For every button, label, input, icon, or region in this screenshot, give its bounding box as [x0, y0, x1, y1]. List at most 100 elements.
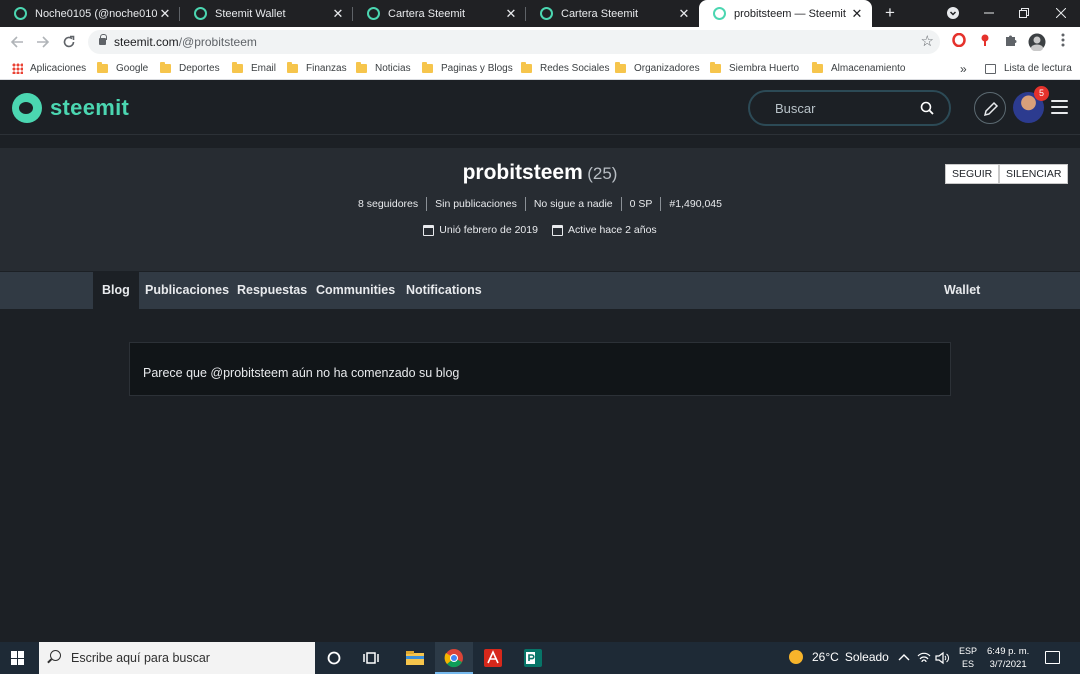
profile-title: probitsteem (25)	[0, 161, 1080, 185]
bookmark-folder[interactable]: Paginas y Blogs	[422, 61, 513, 76]
kebab-menu-icon	[1061, 33, 1065, 47]
file-explorer-taskbar-button[interactable]	[396, 642, 434, 674]
pin-extension-icon[interactable]	[976, 33, 994, 51]
close-window-button[interactable]	[1044, 0, 1078, 27]
bookmark-folder[interactable]: Email	[232, 61, 276, 76]
weather-widget[interactable]: 26°C Soleado	[789, 650, 889, 664]
bookmark-folder[interactable]: Deportes	[160, 61, 220, 76]
extensions-button[interactable]	[1002, 33, 1020, 51]
search-icon[interactable]	[920, 101, 934, 115]
folder-icon	[287, 62, 298, 73]
new-tab-button[interactable]: +	[880, 3, 900, 23]
close-tab-icon[interactable]: ✕	[331, 6, 345, 22]
search-input[interactable]: Buscar	[748, 90, 951, 126]
bookmark-folder[interactable]: Redes Sociales	[521, 61, 609, 76]
folder-icon	[356, 62, 367, 73]
steemit-logo-icon	[12, 93, 42, 123]
close-tab-icon[interactable]: ✕	[504, 6, 518, 22]
bookmark-label: Finanzas	[306, 63, 347, 74]
task-view-icon[interactable]	[360, 646, 384, 670]
profile-banner: probitsteem (25) 8 seguidores Sin public…	[0, 148, 1080, 271]
bookmark-star-icon[interactable]: ☆	[921, 32, 934, 50]
browser-tab[interactable]: Cartera Steemit ✕	[353, 0, 526, 27]
steemit-favicon-icon	[713, 7, 726, 20]
opera-logo-icon	[952, 32, 966, 48]
minimize-button[interactable]	[972, 0, 1006, 27]
volume-icon[interactable]	[935, 651, 949, 665]
bookmark-apps[interactable]: Aplicaciones	[12, 61, 86, 76]
bookmark-folder[interactable]: Finanzas	[287, 61, 347, 76]
back-button[interactable]	[7, 32, 27, 52]
tab-replies[interactable]: Respuestas	[228, 272, 316, 309]
search-placeholder: Buscar	[775, 101, 816, 116]
bookmark-folder[interactable]: Organizadores	[615, 61, 700, 76]
close-tab-icon[interactable]: ✕	[850, 6, 864, 22]
system-clock[interactable]: 6:49 p. m. 3/7/2021	[987, 645, 1029, 671]
folder-icon	[521, 62, 532, 73]
action-center-icon[interactable]	[1045, 651, 1060, 664]
create-post-button[interactable]	[974, 92, 1006, 124]
browser-tab-active[interactable]: probitsteem — Steemit ✕	[699, 0, 872, 27]
follow-button[interactable]: SEGUIR	[945, 164, 1000, 184]
bookmark-folder[interactable]: Google	[97, 61, 148, 76]
following-count[interactable]: No sigue a nadie	[524, 197, 621, 211]
language-indicator[interactable]: ESP ES	[959, 645, 977, 671]
profile-avatar-icon	[1028, 33, 1046, 52]
followers-count[interactable]: 8 seguidores	[350, 197, 426, 211]
opera-extension-icon[interactable]	[950, 32, 968, 51]
puzzle-icon	[1006, 35, 1017, 46]
address-bar[interactable]: steemit.com/@probitsteem ☆	[88, 30, 940, 54]
tab-communities[interactable]: Communities	[307, 272, 404, 309]
publisher-taskbar-button[interactable]	[514, 642, 552, 674]
close-tab-icon[interactable]: ✕	[158, 6, 172, 22]
browser-tab[interactable]: Noche0105 (@noche0105) - ✕	[0, 0, 180, 27]
browser-menu-button[interactable]	[1054, 33, 1072, 51]
empty-blog-notice: Parece que @probitsteem aún no ha comenz…	[129, 342, 951, 396]
bookmarks-overflow-button[interactable]: »	[960, 61, 967, 76]
windows-taskbar: Escribe aquí para buscar 26°C Soleado ES…	[0, 642, 1080, 674]
folder-icon	[232, 62, 243, 73]
joined-text: Unió febrero de 2019	[439, 224, 538, 236]
chrome-taskbar-button[interactable]	[435, 642, 473, 674]
search-icon	[50, 650, 61, 661]
taskbar-search-input[interactable]: Escribe aquí para buscar	[39, 642, 315, 674]
bookmark-folder[interactable]: Siembra Huerto	[710, 61, 799, 76]
folder-icon	[615, 62, 626, 73]
tab-posts[interactable]: Publicaciones	[136, 272, 238, 309]
reading-list-button[interactable]: Lista de lectura	[985, 61, 1072, 76]
tab-blog[interactable]: Blog	[93, 272, 139, 309]
browser-tab-title: Steemit Wallet	[215, 7, 286, 20]
bookmark-folder[interactable]: Noticias	[356, 61, 411, 76]
tab-notifications[interactable]: Notifications	[397, 272, 491, 309]
steemit-favicon-icon	[540, 7, 553, 20]
close-tab-icon[interactable]: ✕	[677, 6, 691, 22]
lock-icon	[99, 34, 107, 45]
url-path: /@probitsteem	[178, 35, 257, 49]
steemit-logo[interactable]: steemit	[12, 93, 129, 123]
steemit-favicon-icon	[367, 7, 380, 20]
cortana-icon[interactable]	[322, 646, 346, 670]
bookmark-label: Siembra Huerto	[729, 63, 800, 74]
tab-search-button[interactable]	[936, 0, 970, 27]
tab-wallet[interactable]: Wallet	[935, 272, 989, 309]
profile-username: probitsteem	[462, 161, 583, 184]
bookmarks-bar: Aplicaciones Google Deportes Email Finan…	[0, 57, 1080, 80]
bookmark-label: Organizadores	[634, 63, 700, 74]
browser-tab[interactable]: Steemit Wallet ✕	[180, 0, 353, 27]
windows-start-icon[interactable]	[11, 651, 25, 665]
url-text: steemit.com/@probitsteem	[114, 35, 257, 49]
mute-button[interactable]: SILENCIAR	[999, 164, 1069, 184]
profile-avatar-button[interactable]	[1027, 33, 1047, 52]
wifi-icon[interactable]	[917, 651, 931, 665]
reload-button[interactable]	[59, 32, 79, 52]
folder-icon	[406, 651, 424, 665]
chevron-up-icon[interactable]	[898, 652, 910, 664]
browser-tab[interactable]: Cartera Steemit ✕	[526, 0, 699, 27]
forward-button[interactable]	[33, 32, 53, 52]
restore-button[interactable]	[1007, 0, 1041, 27]
bookmark-folder[interactable]: Almacenamiento	[812, 61, 905, 76]
publisher-icon	[524, 649, 542, 667]
acrobat-taskbar-button[interactable]	[474, 642, 512, 674]
bookmark-label: Email	[251, 63, 277, 74]
hamburger-menu-icon[interactable]	[1051, 100, 1068, 114]
